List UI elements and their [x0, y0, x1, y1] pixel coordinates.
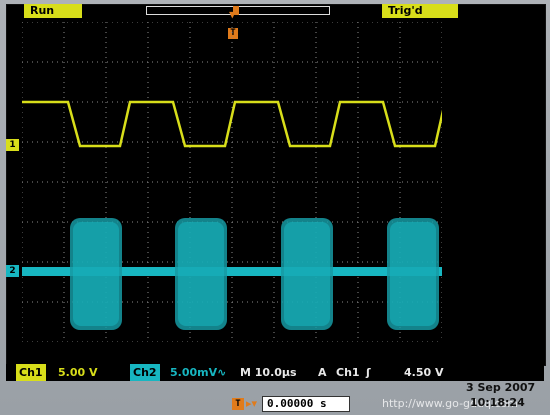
- timebase: M 10.0μs: [240, 366, 297, 379]
- ch2-label[interactable]: Ch2: [130, 364, 160, 381]
- ch1-scale: 5.00 V: [58, 366, 98, 379]
- trigger-position-arrow-icon: ▼: [229, 8, 236, 21]
- trigger-time-icon: T: [232, 398, 244, 410]
- trigger-level: 4.50 V: [404, 366, 444, 379]
- ch1-label[interactable]: Ch1: [16, 364, 46, 381]
- ch2-waveform-group: [22, 218, 442, 330]
- ch1-ground-marker[interactable]: 1: [6, 139, 19, 151]
- status-bar: Run Trig'd: [6, 4, 544, 18]
- time: 10:18:24: [470, 396, 525, 409]
- record-view-indicator: [146, 6, 330, 15]
- ch2-burst-core: [390, 222, 436, 326]
- run-status[interactable]: Run: [24, 4, 82, 18]
- bottom-status-row: T ▸▾ 0.00000 s http://www.go-gddq.com 3 …: [0, 381, 550, 415]
- ch2-burst-core: [178, 222, 224, 326]
- ch2-burst-core: [284, 222, 330, 326]
- trigger-source: Ch1: [336, 366, 360, 379]
- trigger-status: Trig'd: [382, 4, 458, 18]
- ch2-burst-core: [73, 222, 119, 326]
- ch1-trace: [22, 100, 442, 148]
- trigger-mode: A: [318, 366, 327, 379]
- ch1-waveform-group: [22, 100, 442, 148]
- trigger-time-field[interactable]: 0.00000 s: [262, 396, 350, 412]
- date: 3 Sep 2007: [466, 381, 536, 394]
- ch2-ground-marker[interactable]: 2: [6, 265, 19, 277]
- graticule: [22, 22, 442, 342]
- ch2-scale: 5.00mV∿: [170, 366, 227, 379]
- trigger-slope-icon: ʃ: [366, 366, 371, 379]
- readout-bar: Ch1 5.00 V Ch2 5.00mV∿ M 10.0μs A Ch1 ʃ …: [6, 364, 544, 381]
- trigger-time-arrow-icon: ▸▾: [246, 397, 258, 410]
